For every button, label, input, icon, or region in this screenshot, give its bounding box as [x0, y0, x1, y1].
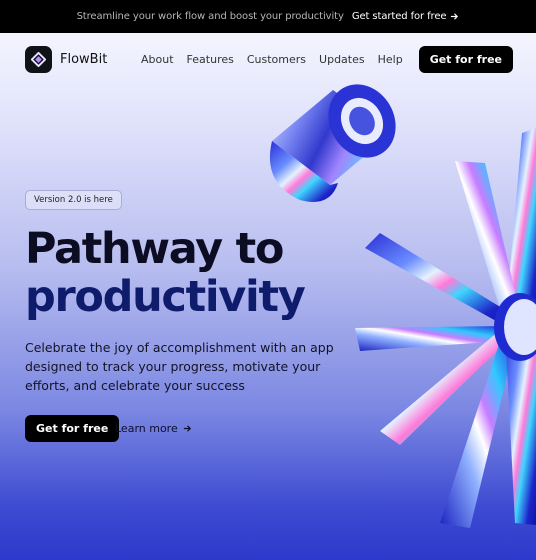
- learn-more-link[interactable]: Learn more: [115, 415, 192, 442]
- nav-link-features[interactable]: Features: [187, 53, 234, 66]
- brand-name[interactable]: FlowBit: [60, 52, 107, 67]
- hero-get-for-free-button[interactable]: Get for free: [25, 415, 120, 442]
- arrow-right-icon: [183, 425, 191, 432]
- announcement-cta-link[interactable]: Get started for free: [352, 11, 460, 22]
- learn-more-label: Learn more: [115, 422, 178, 435]
- nav-get-for-free-button[interactable]: Get for free: [418, 45, 513, 73]
- top-nav: FlowBit About Features Customers Updates…: [0, 33, 536, 85]
- hero-description: Celebrate the joy of accomplishment with…: [25, 340, 334, 393]
- announcement-cta-label: Get started for free: [351, 11, 447, 22]
- nav-link-updates[interactable]: Updates: [319, 53, 365, 66]
- nav-link-about[interactable]: About: [141, 53, 174, 66]
- version-badge: Version 2.0 is here: [25, 190, 122, 210]
- nav-links: About Features Customers Updates Help: [141, 53, 403, 66]
- radial-blades-shape: [355, 128, 536, 528]
- announcement-text: Streamline your work flow and boost your…: [76, 11, 344, 22]
- cylinder-shape: [269, 84, 396, 202]
- arrow-right-icon: [451, 13, 459, 20]
- hero-section: FlowBit About Features Customers Updates…: [0, 33, 536, 560]
- nav-link-customers[interactable]: Customers: [247, 53, 306, 66]
- hero-title-line-1: Pathway to: [25, 224, 284, 274]
- announcement-bar: Streamline your work flow and boost your…: [0, 0, 536, 33]
- nav-link-help[interactable]: Help: [378, 53, 403, 66]
- hero-title: Pathway to productivity: [25, 225, 325, 321]
- hero-title-line-2: productivity: [25, 272, 306, 322]
- logo-icon[interactable]: [25, 45, 52, 73]
